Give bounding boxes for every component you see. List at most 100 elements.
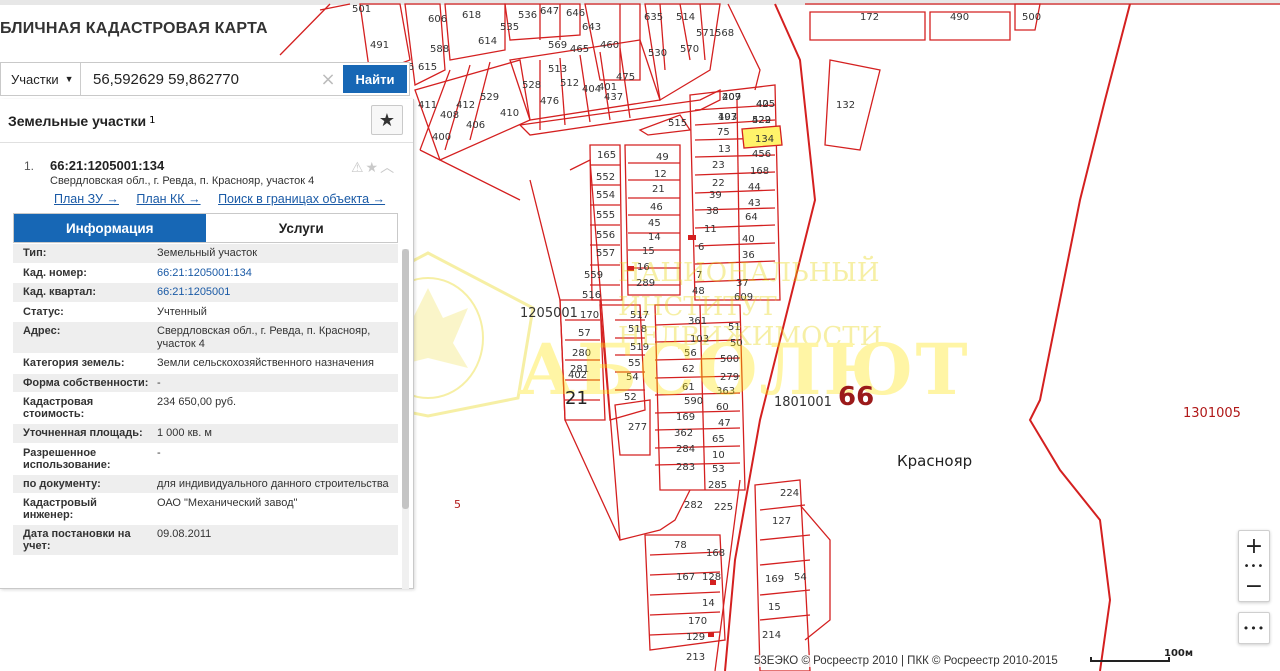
- parcel-number[interactable]: 643: [582, 22, 601, 33]
- parcel-number[interactable]: 588: [430, 44, 449, 55]
- parcel-number[interactable]: 54: [626, 372, 639, 383]
- parcel-number[interactable]: 40: [742, 234, 755, 245]
- parcel-number[interactable]: 36: [742, 250, 755, 261]
- parcel-number[interactable]: 65: [712, 434, 725, 445]
- parcel-number[interactable]: 614: [478, 36, 497, 47]
- parcel-number[interactable]: 56: [684, 348, 697, 359]
- parcel-number[interactable]: 476: [540, 96, 559, 107]
- parcel-number[interactable]: 14: [702, 598, 715, 609]
- parcel-number[interactable]: 10: [712, 450, 725, 461]
- parcel-number[interactable]: 60: [716, 402, 729, 413]
- parcel-number[interactable]: 134: [755, 134, 774, 145]
- parcel-number[interactable]: 400: [432, 132, 451, 143]
- parcel-number[interactable]: 528: [522, 80, 541, 91]
- parcel-number[interactable]: 410: [500, 108, 519, 119]
- link-plan-zu[interactable]: План ЗУ →: [54, 192, 119, 206]
- search-type-dropdown[interactable]: Участки ▼: [1, 63, 81, 95]
- parcel-number[interactable]: 559: [584, 270, 603, 281]
- parcel-number[interactable]: 555: [596, 210, 615, 221]
- parcel-number[interactable]: 363: [716, 386, 735, 397]
- parcel-number[interactable]: 11: [704, 224, 717, 235]
- parcel-number[interactable]: 618: [462, 10, 481, 21]
- parcel-number[interactable]: 55: [628, 358, 641, 369]
- link-plan-kk[interactable]: План КК →: [136, 192, 200, 206]
- parcel-number[interactable]: 225: [714, 502, 733, 513]
- parcel-number[interactable]: 569: [548, 40, 567, 51]
- parcel-number[interactable]: 37: [736, 278, 749, 289]
- parcel-number[interactable]: 512: [560, 78, 579, 89]
- parcel-number[interactable]: 283: [676, 462, 695, 473]
- parcel-number[interactable]: 408: [440, 110, 459, 121]
- parcel-number[interactable]: 404: [582, 84, 601, 95]
- parcel-number[interactable]: 170: [688, 616, 707, 627]
- parcel-number[interactable]: 361: [688, 316, 707, 327]
- parcel-number[interactable]: 411: [418, 100, 437, 111]
- parcel-number[interactable]: 170: [580, 310, 599, 321]
- parcel-number[interactable]: 606: [428, 14, 447, 25]
- parcel-number[interactable]: 402: [568, 370, 587, 381]
- parcel-number[interactable]: 362: [674, 428, 693, 439]
- parcel-number[interactable]: 289: [636, 278, 655, 289]
- parcel-number[interactable]: 6: [698, 242, 704, 253]
- parcel-number[interactable]: 128: [702, 572, 721, 583]
- parcel-number[interactable]: 535: [500, 22, 519, 33]
- parcel-number[interactable]: 45: [648, 218, 661, 229]
- search-input[interactable]: [81, 63, 315, 95]
- parcel-number[interactable]: 514: [676, 12, 695, 23]
- parcel-number[interactable]: 282: [684, 500, 703, 511]
- parcel-number[interactable]: 16: [637, 262, 650, 273]
- parcel-number[interactable]: 64: [745, 212, 758, 223]
- parcel-number[interactable]: 127: [772, 516, 791, 527]
- parcel-number[interactable]: 12: [654, 169, 667, 180]
- parcel-number[interactable]: 38: [706, 206, 719, 217]
- parcel-number[interactable]: 51: [728, 322, 741, 333]
- parcel-number[interactable]: 407: [718, 112, 737, 123]
- info-value-link[interactable]: 66:21:1205001: [153, 283, 398, 302]
- parcel-number[interactable]: 501: [352, 4, 371, 15]
- parcel-number[interactable]: 615: [418, 62, 437, 73]
- clear-icon[interactable]: ×: [315, 63, 341, 95]
- more-button[interactable]: •••: [1238, 612, 1270, 644]
- parcel-number[interactable]: 46: [650, 202, 663, 213]
- parcel-number[interactable]: 54: [794, 572, 807, 583]
- parcel-number[interactable]: 409: [722, 92, 741, 103]
- parcel-number[interactable]: 75: [717, 127, 730, 138]
- parcel-number[interactable]: 517: [630, 310, 649, 321]
- parcel-number[interactable]: 570: [680, 44, 699, 55]
- parcel-number[interactable]: 52: [624, 392, 637, 403]
- result-action-icons[interactable]: ⚠★︿: [351, 157, 396, 177]
- tab-information[interactable]: Информация: [14, 214, 206, 242]
- parcel-number[interactable]: 43: [748, 198, 761, 209]
- parcel-number[interactable]: 280: [572, 348, 591, 359]
- parcel-number[interactable]: 568: [715, 28, 734, 39]
- result-code[interactable]: 66:21:1205001:134: [50, 158, 164, 173]
- parcel-number[interactable]: 516: [582, 290, 601, 301]
- parcel-number[interactable]: 49: [656, 152, 669, 163]
- parcel-number[interactable]: 556: [596, 230, 615, 241]
- parcel-number[interactable]: 22: [712, 178, 725, 189]
- parcel-number[interactable]: 61: [682, 382, 695, 393]
- parcel-number[interactable]: 169: [676, 412, 695, 423]
- parcel-number[interactable]: 475: [616, 72, 635, 83]
- parcel-number[interactable]: 491: [370, 40, 389, 51]
- parcel-number[interactable]: 48: [692, 286, 705, 297]
- parcel-number[interactable]: 536: [518, 10, 537, 21]
- parcel-number[interactable]: 500: [1022, 12, 1041, 23]
- parcel-number[interactable]: 590: [684, 396, 703, 407]
- parcel-number[interactable]: 14: [648, 232, 661, 243]
- parcel-number[interactable]: 284: [676, 444, 695, 455]
- panel-scrollbar[interactable]: [402, 249, 409, 589]
- link-search-bounds[interactable]: Поиск в границах объекта →: [218, 192, 385, 206]
- parcel-number[interactable]: 44: [748, 182, 761, 193]
- search-button[interactable]: Найти: [343, 65, 407, 93]
- zoom-in-button[interactable]: +: [1239, 531, 1269, 561]
- favorite-star-button[interactable]: ★: [371, 105, 403, 135]
- parcel-number[interactable]: 285: [708, 480, 727, 491]
- parcel-number[interactable]: 405: [756, 99, 775, 110]
- parcel-number[interactable]: 515: [668, 118, 687, 129]
- parcel-number[interactable]: 50: [730, 338, 743, 349]
- parcel-number[interactable]: 571: [696, 28, 715, 39]
- parcel-number[interactable]: 167: [676, 572, 695, 583]
- parcel-number[interactable]: 53: [712, 464, 725, 475]
- parcel-number[interactable]: 490: [950, 12, 969, 23]
